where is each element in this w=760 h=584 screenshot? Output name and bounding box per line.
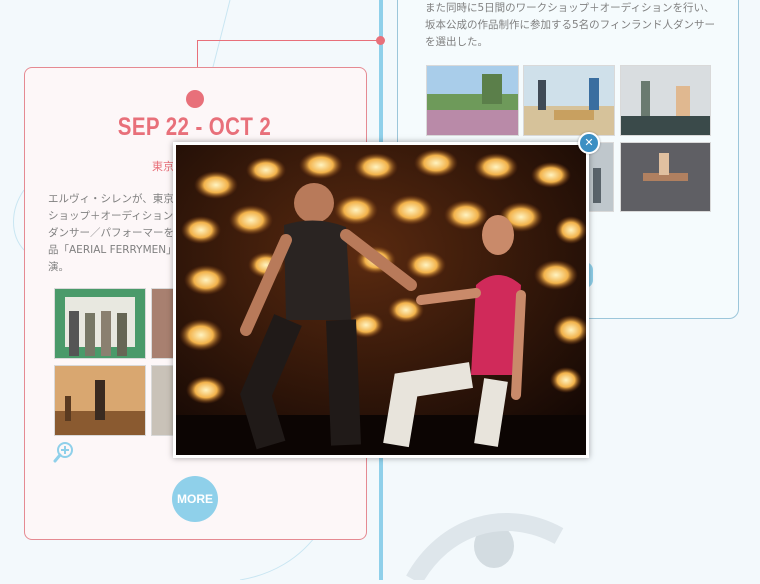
gallery-thumbnail[interactable]	[620, 142, 711, 212]
close-icon[interactable]: ✕	[578, 132, 600, 154]
background-photo	[384, 486, 564, 584]
zoom-in-icon[interactable]	[53, 441, 75, 467]
text-line: また同時に5日間のワークショップ＋オーディションを行い、	[425, 2, 715, 14]
text-line: を選出した。	[425, 36, 488, 48]
event-date: SEP 22 - OCT 2	[117, 113, 272, 141]
gallery-thumbnail[interactable]	[54, 365, 146, 436]
timeline-connector	[197, 40, 198, 68]
more-button[interactable]: MORE	[172, 476, 218, 522]
event-location: 東京	[152, 160, 174, 173]
gallery-thumbnail[interactable]	[620, 65, 711, 136]
gallery-thumbnail[interactable]	[54, 288, 146, 359]
text-line: 坂本公成の作品制作に参加する5名のフィンランド人ダンサー	[425, 19, 715, 31]
gallery-thumbnail[interactable]	[523, 65, 615, 136]
gallery-thumbnail[interactable]	[426, 65, 519, 136]
timeline-connector	[197, 40, 380, 41]
lightbox-photo	[173, 142, 589, 458]
event-description-right: また同時に5日間のワークショップ＋オーディションを行い、 坂本公成の作品制作に参…	[425, 0, 725, 51]
event-pin	[186, 90, 204, 108]
timeline-dot	[376, 36, 385, 45]
